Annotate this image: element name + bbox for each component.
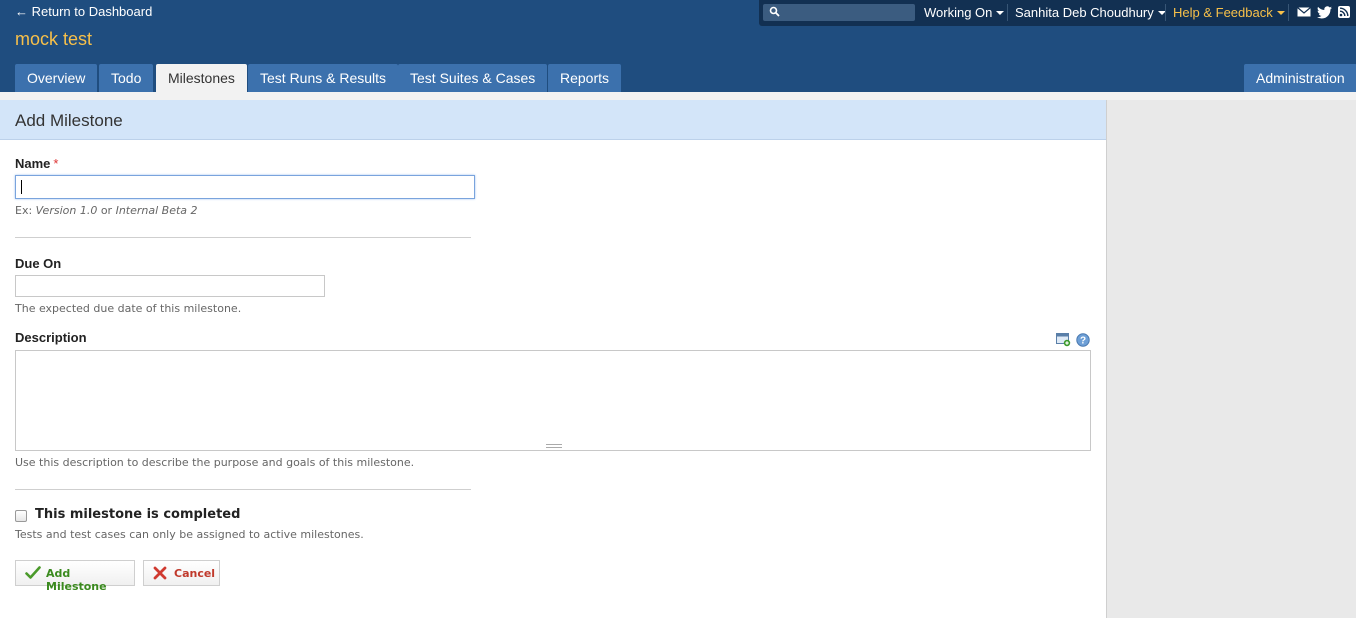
due-on-hint: The expected due date of this milestone. (15, 302, 242, 315)
name-hint-example-1: Version 1.0 (35, 204, 98, 217)
name-hint-example-2: Internal Beta 2 (115, 204, 198, 217)
name-label-text: Name (15, 156, 51, 171)
chevron-down-icon (1276, 11, 1285, 15)
working-on-menu[interactable]: Working On (924, 5, 1005, 20)
user-name: Sanhita Deb Choudhury (1015, 5, 1154, 20)
user-menu[interactable]: Sanhita Deb Choudhury (1015, 5, 1166, 20)
due-on-input[interactable] (15, 275, 325, 297)
name-hint-or: or (97, 204, 116, 217)
completed-label[interactable]: This milestone is completed (35, 507, 240, 522)
twitter-icon[interactable] (1317, 6, 1332, 19)
close-icon (153, 566, 167, 580)
content-header: Add Milestone (0, 100, 1106, 140)
divider (1007, 4, 1008, 21)
divider (1165, 4, 1166, 21)
completed-hint: Tests and test cases can only be assigne… (15, 528, 364, 541)
chevron-down-icon (996, 11, 1005, 15)
tab-overview[interactable]: Overview (15, 64, 98, 92)
completed-checkbox[interactable] (15, 510, 27, 522)
check-icon (25, 566, 41, 579)
search-icon (769, 6, 780, 17)
help-label: Help & Feedback (1173, 5, 1273, 20)
svg-text:?: ? (1080, 336, 1086, 347)
sidebar (1106, 100, 1356, 618)
name-input[interactable] (15, 175, 475, 199)
tab-underline-strip (0, 92, 1356, 100)
required-mark: * (53, 156, 59, 171)
due-on-label: Due On (15, 256, 62, 271)
add-image-icon[interactable] (1056, 333, 1071, 347)
project-title: mock test (15, 29, 93, 49)
resize-grip[interactable] (546, 444, 562, 448)
mail-icon[interactable] (1297, 6, 1311, 18)
name-label: Name * (15, 156, 58, 171)
text-cursor (21, 180, 22, 194)
divider (15, 237, 471, 238)
add-milestone-button[interactable]: Add Milestone (15, 560, 135, 593)
cancel-button[interactable]: Cancel (143, 560, 220, 586)
tab-reports[interactable]: Reports (548, 64, 622, 92)
tab-test-suites-cases[interactable]: Test Suites & Cases (398, 64, 548, 92)
tab-todo[interactable]: Todo (99, 64, 154, 92)
tab-administration[interactable]: Administration (1244, 64, 1356, 92)
cancel-label: Cancel (174, 567, 216, 580)
rss-icon[interactable] (1338, 6, 1350, 18)
page-title: Add Milestone (15, 111, 123, 130)
tab-test-runs-results[interactable]: Test Runs & Results (248, 64, 399, 92)
description-textarea[interactable] (15, 350, 1091, 451)
description-hint: Use this description to describe the pur… (15, 456, 415, 469)
tab-milestones[interactable]: Milestones (156, 64, 247, 92)
working-on-label: Working On (924, 5, 993, 20)
app-header: ← Return to Dashboard mock test Working … (0, 0, 1356, 92)
name-hint: Ex: Version 1.0 or Internal Beta 2 (15, 204, 198, 217)
help-feedback-menu[interactable]: Help & Feedback (1173, 5, 1285, 20)
divider (1288, 4, 1289, 21)
search-input[interactable] (763, 4, 915, 21)
help-icon[interactable]: ? (1076, 333, 1090, 347)
add-milestone-label: Add Milestone (46, 567, 107, 593)
name-hint-prefix: Ex: (15, 204, 36, 217)
description-label: Description (15, 330, 87, 345)
divider (15, 489, 471, 490)
top-bar: Working On Sanhita Deb Choudhury Help & … (759, 0, 1356, 26)
return-to-dashboard-link[interactable]: ← Return to Dashboard (15, 4, 152, 19)
